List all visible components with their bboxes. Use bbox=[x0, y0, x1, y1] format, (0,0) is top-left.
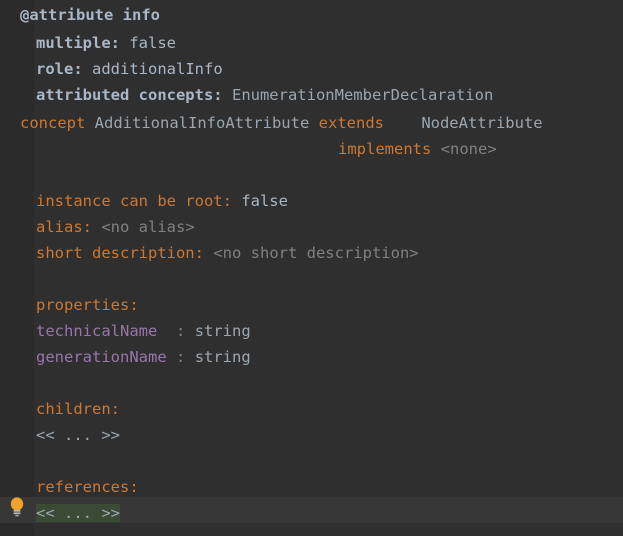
properties-header: properties: bbox=[36, 296, 139, 314]
instance-can-be-root-label: instance can be root: bbox=[36, 192, 232, 210]
implements-keyword: implements bbox=[338, 140, 432, 158]
extends-value[interactable]: NodeAttribute bbox=[421, 114, 542, 132]
code-line-property-generationname: generationName : string bbox=[0, 344, 623, 370]
code-line-short-description: short description: <no short description… bbox=[0, 240, 623, 266]
code-line-references-header: references: bbox=[0, 474, 623, 500]
multiple-label: multiple: bbox=[36, 34, 120, 52]
concept-keyword: concept bbox=[20, 114, 86, 132]
implements-value[interactable]: <none> bbox=[441, 140, 497, 158]
code-line-property-technicalname: technicalName : string bbox=[0, 318, 623, 344]
code-line-concept-declaration: concept AdditionalInfoAttribute extends … bbox=[0, 110, 623, 136]
extends-keyword: extends bbox=[318, 114, 384, 132]
multiple-value[interactable]: false bbox=[129, 34, 176, 52]
code-line-implements: implements <none> bbox=[0, 136, 623, 162]
property-colon: : bbox=[176, 348, 186, 366]
short-description-label: short description: bbox=[36, 244, 204, 262]
lightbulb-icon[interactable] bbox=[8, 496, 26, 518]
concept-name[interactable]: AdditionalInfoAttribute bbox=[95, 114, 310, 132]
attributed-concepts-label: attributed concepts: bbox=[36, 86, 223, 104]
property-name[interactable]: generationName bbox=[36, 348, 167, 366]
attributed-concepts-value[interactable]: EnumerationMemberDeclaration bbox=[232, 86, 493, 104]
references-header: references: bbox=[36, 478, 139, 496]
code-line-multiple: multiple: false bbox=[0, 30, 623, 56]
role-label: role: bbox=[36, 60, 83, 78]
code-line-instance-can-be-root: instance can be root: false bbox=[0, 188, 623, 214]
code-line-attribute-info: @attribute info bbox=[0, 2, 623, 28]
instance-can-be-root-value[interactable]: false bbox=[241, 192, 288, 210]
property-type[interactable]: string bbox=[195, 348, 251, 366]
code-line-attributed-concepts: attributed concepts: EnumerationMemberDe… bbox=[0, 82, 623, 108]
alias-label: alias: bbox=[36, 218, 92, 236]
code-line-references-collapsed: << ... >> bbox=[0, 500, 623, 526]
code-line-children-header: children: bbox=[0, 396, 623, 422]
short-description-value[interactable]: <no short description> bbox=[213, 244, 418, 262]
code-editor[interactable]: @attribute info multiple: false role: ad… bbox=[0, 0, 623, 536]
children-collapsed-block[interactable]: << ... >> bbox=[36, 426, 120, 444]
property-name[interactable]: technicalName bbox=[36, 322, 157, 340]
references-collapsed-block[interactable]: << ... >> bbox=[36, 504, 120, 522]
code-line-alias: alias: <no alias> bbox=[0, 214, 623, 240]
attribute-info-header: @attribute info bbox=[20, 6, 160, 24]
code-line-properties-header: properties: bbox=[0, 292, 623, 318]
role-value[interactable]: additionalInfo bbox=[92, 60, 223, 78]
code-line-children-collapsed: << ... >> bbox=[0, 422, 623, 448]
alias-value[interactable]: <no alias> bbox=[101, 218, 194, 236]
property-type[interactable]: string bbox=[195, 322, 251, 340]
children-header: children: bbox=[36, 400, 120, 418]
property-colon: : bbox=[176, 322, 186, 340]
code-content[interactable]: @attribute info multiple: false role: ad… bbox=[0, 0, 623, 536]
code-line-role: role: additionalInfo bbox=[0, 56, 623, 82]
